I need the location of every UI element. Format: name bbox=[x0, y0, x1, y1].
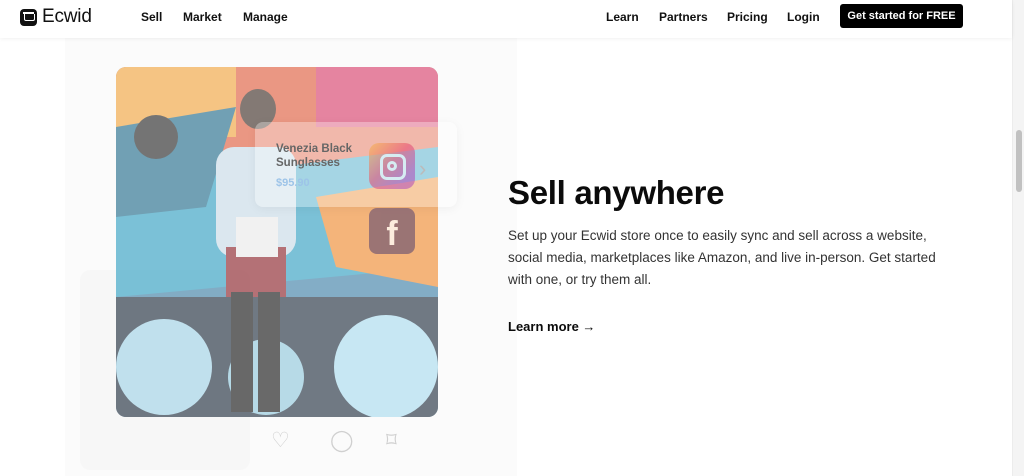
scrollbar-thumb[interactable] bbox=[1016, 130, 1022, 192]
logo[interactable]: Ecwid bbox=[20, 6, 92, 28]
get-started-button[interactable]: Get started for FREE bbox=[840, 4, 963, 28]
heart-icon[interactable]: ♡ bbox=[271, 428, 290, 453]
nav-sell[interactable]: Sell bbox=[141, 10, 162, 24]
brand-name: Ecwid bbox=[42, 6, 92, 27]
cart-logo-icon bbox=[20, 8, 37, 26]
learn-more-link[interactable]: Learn more → bbox=[508, 319, 595, 334]
bookmark-icon[interactable]: ⌑ bbox=[386, 428, 397, 453]
nav-manage[interactable]: Manage bbox=[243, 10, 288, 24]
nav-login[interactable]: Login bbox=[787, 10, 820, 24]
facebook-icon[interactable]: f bbox=[369, 208, 415, 254]
page-title: Sell anywhere bbox=[508, 174, 725, 211]
comment-icon[interactable]: ◯ bbox=[330, 428, 354, 453]
hero-description: Set up your Ecwid store once to easily s… bbox=[508, 228, 936, 287]
scrollbar[interactable] bbox=[1012, 0, 1024, 476]
nav-pricing[interactable]: Pricing bbox=[727, 10, 768, 24]
instagram-icon[interactable] bbox=[369, 143, 415, 189]
nav-partners[interactable]: Partners bbox=[659, 10, 708, 24]
chevron-right-icon[interactable]: › bbox=[419, 156, 426, 182]
product-name: Venezia Black Sunglasses bbox=[276, 143, 353, 169]
product-price: $95.90 bbox=[276, 177, 310, 189]
nav-market[interactable]: Market bbox=[183, 10, 222, 24]
top-navigation: Ecwid Sell Market Manage Learn Partners … bbox=[0, 0, 1012, 38]
nav-learn[interactable]: Learn bbox=[606, 10, 639, 24]
facebook-glyph: f bbox=[386, 215, 398, 253]
